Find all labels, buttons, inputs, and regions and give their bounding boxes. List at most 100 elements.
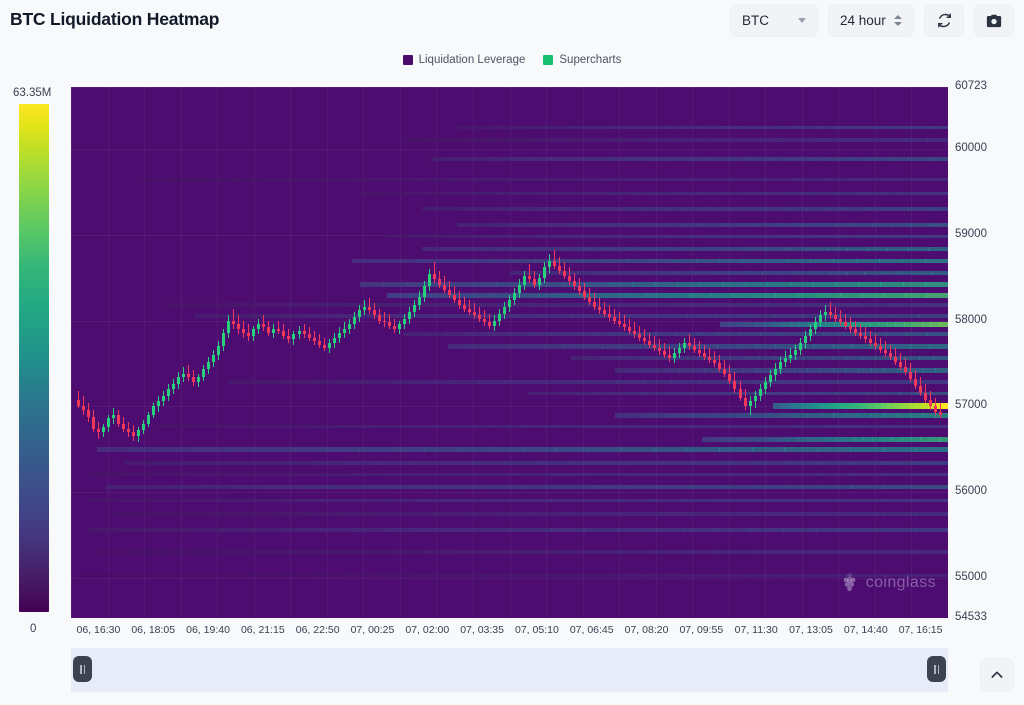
liquidation-band xyxy=(891,222,912,227)
liquidation-band xyxy=(840,234,863,239)
liquidation-band xyxy=(339,512,373,516)
candle-body xyxy=(462,305,466,309)
colorbar xyxy=(19,104,49,612)
liquidation-band xyxy=(154,527,189,532)
candle-body xyxy=(788,354,792,359)
liquidation-band xyxy=(910,222,931,227)
candle-body xyxy=(853,329,857,333)
legend-swatch-supercharts xyxy=(543,55,554,65)
liquidation-band xyxy=(260,550,295,554)
screenshot-button[interactable] xyxy=(974,4,1014,37)
liquidation-band xyxy=(219,424,251,429)
liquidation-band xyxy=(850,485,885,489)
liquidation-band xyxy=(404,332,427,337)
liquidation-band xyxy=(899,391,917,396)
liquidation-band xyxy=(527,485,561,489)
range-right-handle[interactable] xyxy=(927,656,946,682)
liquidation-band xyxy=(904,292,928,298)
liquidation-band xyxy=(740,125,761,130)
liquidation-band xyxy=(513,222,534,227)
liquidation-band xyxy=(220,498,255,503)
candle-body xyxy=(583,291,587,297)
grid-line-vertical xyxy=(253,87,255,618)
liquidation-band xyxy=(806,246,828,251)
liquidation-band xyxy=(603,258,628,263)
liquidation-band xyxy=(256,380,286,385)
liquidation-band xyxy=(627,368,642,373)
liquidation-band xyxy=(846,207,869,211)
liquidation-band xyxy=(575,391,593,396)
symbol-select[interactable]: BTC xyxy=(730,4,818,37)
liquidation-band xyxy=(854,177,887,182)
candle-body xyxy=(472,312,476,316)
liquidation-band xyxy=(645,222,666,227)
period-stepper[interactable]: 24 hour xyxy=(828,4,914,37)
candle-body xyxy=(92,416,96,429)
liquidation-band xyxy=(582,344,603,349)
liquidation-band xyxy=(807,368,821,373)
liquidation-band xyxy=(549,157,571,162)
liquidation-band xyxy=(927,246,948,251)
liquidation-band xyxy=(563,344,584,349)
candle-body xyxy=(312,337,316,342)
liquidation-band xyxy=(203,485,237,489)
liquidation-band xyxy=(408,234,431,239)
liquidation-band xyxy=(818,485,852,489)
liquidation-band xyxy=(326,550,361,554)
scroll-to-top-button[interactable] xyxy=(980,658,1014,692)
liquidation-band xyxy=(810,258,835,263)
liquidation-band xyxy=(499,512,533,516)
liquidation-band xyxy=(925,258,948,263)
liquidation-band xyxy=(589,157,611,162)
liquidation-band xyxy=(97,447,132,452)
liquidation-band xyxy=(428,191,452,196)
range-left-handle[interactable] xyxy=(73,656,92,682)
liquidation-band xyxy=(609,191,633,196)
candle-body xyxy=(573,281,577,287)
liquidation-band xyxy=(871,368,885,373)
time-axis-tick: 07, 13:05 xyxy=(789,624,833,636)
colorbar-max-label: 63.35M xyxy=(13,87,52,99)
liquidation-band xyxy=(591,485,626,489)
liquidation-band xyxy=(887,207,909,211)
liquidation-band xyxy=(505,380,535,385)
candle-body xyxy=(543,267,547,278)
candle-body xyxy=(117,414,121,424)
candle-body xyxy=(898,361,902,367)
liquidation-band xyxy=(749,527,784,532)
liquidation-band xyxy=(420,258,445,263)
range-slider[interactable] xyxy=(71,648,948,692)
candle-body xyxy=(392,325,396,330)
liquidation-band xyxy=(467,303,499,307)
liquidation-band xyxy=(848,157,870,162)
candle-body xyxy=(678,348,682,354)
liquidation-band xyxy=(187,527,222,532)
liquidation-band xyxy=(624,292,647,298)
liquidation-band xyxy=(676,138,699,142)
liquidation-band xyxy=(616,380,645,385)
legend-item-liquidation-leverage[interactable]: Liquidation Leverage xyxy=(402,54,525,66)
liquidation-band xyxy=(749,472,784,477)
liquidation-band xyxy=(599,356,616,361)
liquidation-band xyxy=(695,270,713,275)
liquidation-band xyxy=(891,125,912,130)
liquidation-band xyxy=(624,485,658,489)
liquidation-band xyxy=(121,498,156,503)
legend-item-supercharts[interactable]: Supercharts xyxy=(543,54,621,66)
liquidation-band xyxy=(496,191,520,196)
liquidation-band xyxy=(158,424,191,429)
grid-line-vertical xyxy=(399,87,401,618)
refresh-button[interactable] xyxy=(924,4,964,37)
candle-body xyxy=(593,301,597,307)
liquidation-band xyxy=(371,512,405,516)
liquidation-band xyxy=(609,281,633,287)
liquidation-band xyxy=(450,191,475,196)
liquidation-band xyxy=(624,234,647,239)
liquidation-band xyxy=(686,314,717,319)
heatmap-plot-area[interactable]: coinglass xyxy=(71,87,948,618)
liquidation-band xyxy=(931,270,948,275)
candle-body xyxy=(858,332,862,337)
liquidation-band xyxy=(319,527,354,532)
liquidation-band xyxy=(819,412,834,418)
liquidation-band xyxy=(732,234,755,239)
